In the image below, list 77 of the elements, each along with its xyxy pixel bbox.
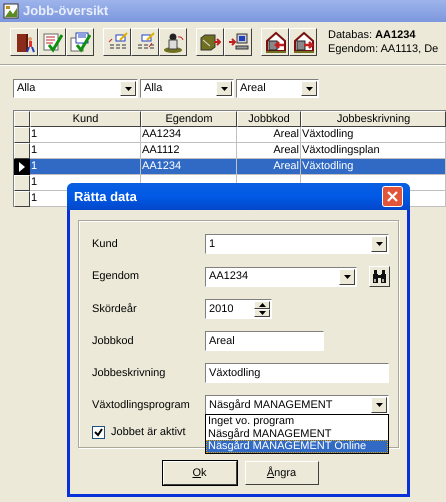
window-title: Jobb-översikt	[23, 2, 108, 20]
field-label: Skördeår	[92, 302, 138, 317]
checkbox-label: Jobbet är aktivt	[111, 425, 186, 440]
list-option[interactable]: Näsgård MANAGEMENT	[206, 428, 388, 440]
field-label: Jobbeskrivning	[92, 366, 166, 381]
dialog-button[interactable]: Ångra	[244, 461, 318, 485]
filter-dropdown[interactable]: Alla	[140, 79, 234, 98]
dropdown-button[interactable]	[339, 268, 355, 284]
column-header[interactable]: Kund	[30, 111, 141, 127]
table-row[interactable]: 1 AA1112 Areal Växtodlingsplan	[14, 143, 446, 159]
toolbar-button[interactable]	[38, 28, 66, 56]
column-header[interactable]: Jobbkod	[237, 111, 301, 127]
toolbar-button[interactable]	[159, 28, 187, 56]
figure-icon	[162, 31, 184, 53]
caret-icon	[124, 86, 132, 90]
current-row-icon	[19, 162, 25, 172]
binoculars-icon	[372, 270, 387, 283]
row-header[interactable]	[14, 175, 30, 191]
caret-icon	[306, 86, 312, 90]
list-option[interactable]: Näsgård MANAGEMENT Online	[206, 440, 388, 452]
toolbar-button[interactable]	[224, 28, 252, 56]
caret-icon	[220, 86, 228, 90]
spin-up-button[interactable]	[254, 301, 270, 309]
up-caret-icon	[258, 303, 266, 307]
dropdown-button[interactable]	[371, 236, 387, 252]
toolbar-button[interactable]	[103, 28, 131, 56]
dropdown-field[interactable]: Näsgård MANAGEMENT	[205, 395, 389, 415]
checklist-icon	[69, 31, 91, 53]
active-checkbox-row[interactable]: Jobbet är aktivt	[92, 424, 186, 440]
dropdown-button[interactable]	[216, 81, 232, 96]
dialog-button[interactable]: Ok	[162, 461, 236, 485]
column-header[interactable]: Egendom	[141, 111, 237, 127]
check-icon	[94, 428, 103, 437]
binoculars-button[interactable]	[369, 266, 390, 287]
dropdown-button[interactable]	[371, 397, 387, 413]
table-row[interactable]: 1 AA1234 Areal Växtodling	[14, 127, 446, 143]
input-field[interactable]: Växtodling	[205, 363, 389, 383]
house-arrow-icon	[264, 31, 286, 53]
field-label: Egendom	[92, 269, 140, 284]
row-header[interactable]	[14, 143, 30, 159]
field-label: Växtodlingsprogram	[92, 398, 191, 413]
close-icon	[387, 191, 398, 202]
row-header[interactable]	[14, 191, 30, 207]
column-header[interactable]: Jobbeskrivning	[301, 111, 446, 127]
dropdown-field[interactable]: 1	[205, 234, 389, 254]
toolbar-button[interactable]	[10, 28, 38, 56]
input-field[interactable]: Areal	[205, 331, 324, 351]
row-header[interactable]	[14, 127, 30, 143]
caret-icon	[376, 242, 382, 246]
spin-down-button[interactable]	[254, 309, 270, 317]
close-button[interactable]	[382, 186, 403, 207]
filter-dropdown[interactable]: Areal	[236, 79, 319, 98]
toolbar-button[interactable]	[261, 28, 289, 56]
row-header	[14, 111, 30, 127]
toolbar-button[interactable]	[289, 28, 317, 56]
house-arrow-icon	[292, 31, 314, 53]
caret-icon	[258, 311, 266, 315]
caret-icon	[344, 274, 350, 278]
dropdown-button[interactable]	[120, 81, 136, 96]
checklist-icon	[41, 31, 63, 53]
row-header[interactable]	[14, 159, 30, 175]
toolbar-button[interactable]	[196, 28, 224, 56]
property-text: Egendom: AA1113, De	[328, 42, 438, 56]
dropdown-button[interactable]	[301, 81, 317, 96]
dropdown-field[interactable]: AA1234	[205, 266, 357, 286]
filter-dropdown[interactable]: Alla	[13, 79, 138, 98]
list-option[interactable]: Inget vo. program	[206, 415, 388, 428]
toolbar-button[interactable]	[131, 28, 159, 56]
caret-icon	[376, 403, 382, 407]
database-text: Databas: AA1234	[328, 28, 416, 42]
field-label: Jobbkod	[92, 334, 135, 349]
field-label: Kund	[92, 236, 119, 252]
table-row[interactable]: 1 AA1234 Areal Växtodling	[14, 159, 446, 175]
toolbar-button[interactable]	[66, 28, 94, 56]
checkbox[interactable]	[92, 426, 105, 439]
number-spinner[interactable]: 2010	[205, 299, 272, 319]
app-icon	[3, 3, 19, 19]
